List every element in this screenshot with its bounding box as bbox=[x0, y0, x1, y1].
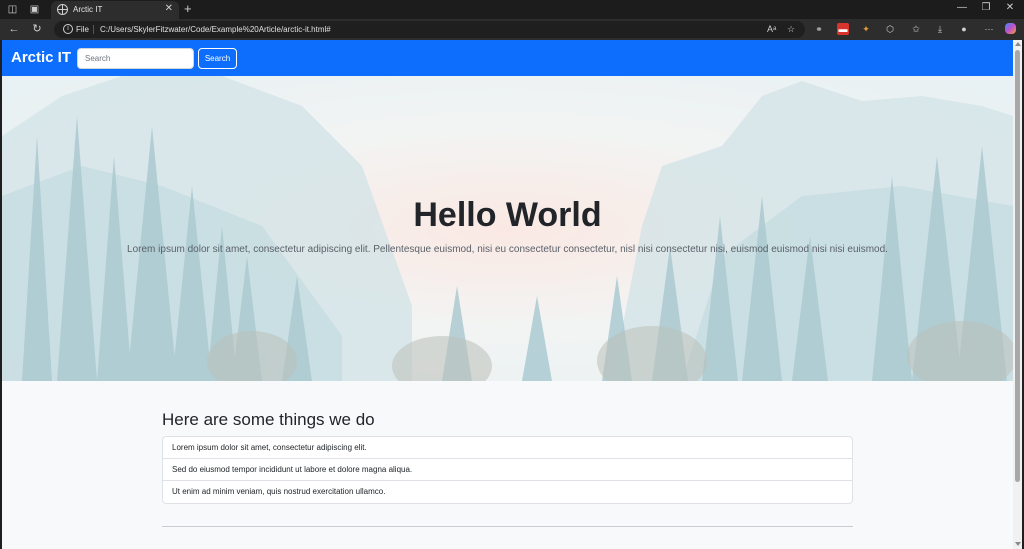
profile-icon[interactable]: ● bbox=[958, 23, 970, 35]
read-aloud-icon[interactable]: Aᵃ bbox=[767, 24, 776, 34]
tab-actions-icon[interactable]: ▣ bbox=[28, 3, 41, 16]
minimize-icon[interactable]: — bbox=[955, 2, 969, 13]
tab-arctic-it[interactable]: Arctic IT ✕ bbox=[51, 1, 179, 19]
globe-icon bbox=[57, 4, 68, 15]
workspaces-icon[interactable]: ◫ bbox=[6, 3, 19, 16]
search-button[interactable]: Search bbox=[198, 48, 237, 69]
page-viewport: Arctic IT Search Search Hello World Lore… bbox=[2, 40, 1013, 549]
close-tab-icon[interactable]: ✕ bbox=[165, 3, 173, 14]
extension-icon-1[interactable]: ⚭ bbox=[813, 23, 825, 35]
tab-title: Arctic IT bbox=[73, 5, 103, 14]
list-item: Lorem ipsum dolor sit amet, consectetur … bbox=[163, 437, 852, 459]
services-heading: Here are some things we do bbox=[162, 410, 375, 429]
downloads-icon[interactable]: ⤓ bbox=[934, 23, 946, 35]
extension-icon-3[interactable]: ✦ bbox=[860, 23, 872, 35]
puzzle-icon[interactable]: ⬡ bbox=[884, 23, 896, 35]
hero-banner: Hello World Lorem ipsum dolor sit amet, … bbox=[2, 76, 1013, 381]
extension-icon-2[interactable]: ▬ bbox=[837, 23, 849, 35]
browser-toolbar: ← ↻ i File C:/Users/SkylerFitzwater/Code… bbox=[0, 19, 1024, 40]
scroll-thumb[interactable] bbox=[1015, 50, 1020, 482]
url-text[interactable]: C:/Users/SkylerFitzwater/Code/Example%20… bbox=[100, 25, 331, 34]
refresh-icon[interactable]: ↻ bbox=[30, 22, 44, 36]
address-separator bbox=[93, 25, 94, 34]
section-divider bbox=[162, 526, 853, 527]
star-icon[interactable]: ☆ bbox=[787, 24, 795, 35]
scroll-up-icon[interactable] bbox=[1015, 42, 1021, 46]
hero-title: Hello World bbox=[413, 196, 602, 234]
back-icon[interactable]: ← bbox=[7, 22, 21, 36]
list-item: Sed do eiusmod tempor incididunt ut labo… bbox=[163, 459, 852, 481]
services-list: Lorem ipsum dolor sit amet, consectetur … bbox=[162, 436, 853, 504]
browser-window: ◫ ▣ Arctic IT ✕ + — ❐ ✕ ← ↻ i File C:/Us… bbox=[0, 0, 1024, 549]
scheme-label: File bbox=[76, 25, 89, 34]
restore-icon[interactable]: ❐ bbox=[979, 2, 993, 13]
page-scrollbar[interactable] bbox=[1013, 40, 1022, 549]
favorites-icon[interactable]: ✩ bbox=[910, 23, 922, 35]
services-section: Here are some things we do Lorem ipsum d… bbox=[162, 410, 853, 504]
brand-logo[interactable]: Arctic IT bbox=[11, 49, 71, 66]
new-tab-icon[interactable]: + bbox=[184, 1, 192, 17]
more-icon[interactable]: ⋯ bbox=[983, 23, 995, 35]
info-icon[interactable]: i bbox=[63, 24, 73, 34]
address-bar[interactable]: i File C:/Users/SkylerFitzwater/Code/Exa… bbox=[54, 21, 805, 38]
list-item: Ut enim ad minim veniam, quis nostrud ex… bbox=[172, 487, 386, 496]
scroll-down-icon[interactable] bbox=[1015, 542, 1021, 546]
search-input[interactable] bbox=[77, 48, 194, 69]
tab-strip: ◫ ▣ Arctic IT ✕ + — ❐ ✕ bbox=[0, 0, 1024, 19]
close-window-icon[interactable]: ✕ bbox=[1003, 2, 1017, 13]
site-navbar: Arctic IT Search bbox=[2, 40, 1013, 76]
copilot-icon[interactable] bbox=[1005, 23, 1016, 34]
hero-text: Lorem ipsum dolor sit amet, consectetur … bbox=[127, 244, 888, 255]
